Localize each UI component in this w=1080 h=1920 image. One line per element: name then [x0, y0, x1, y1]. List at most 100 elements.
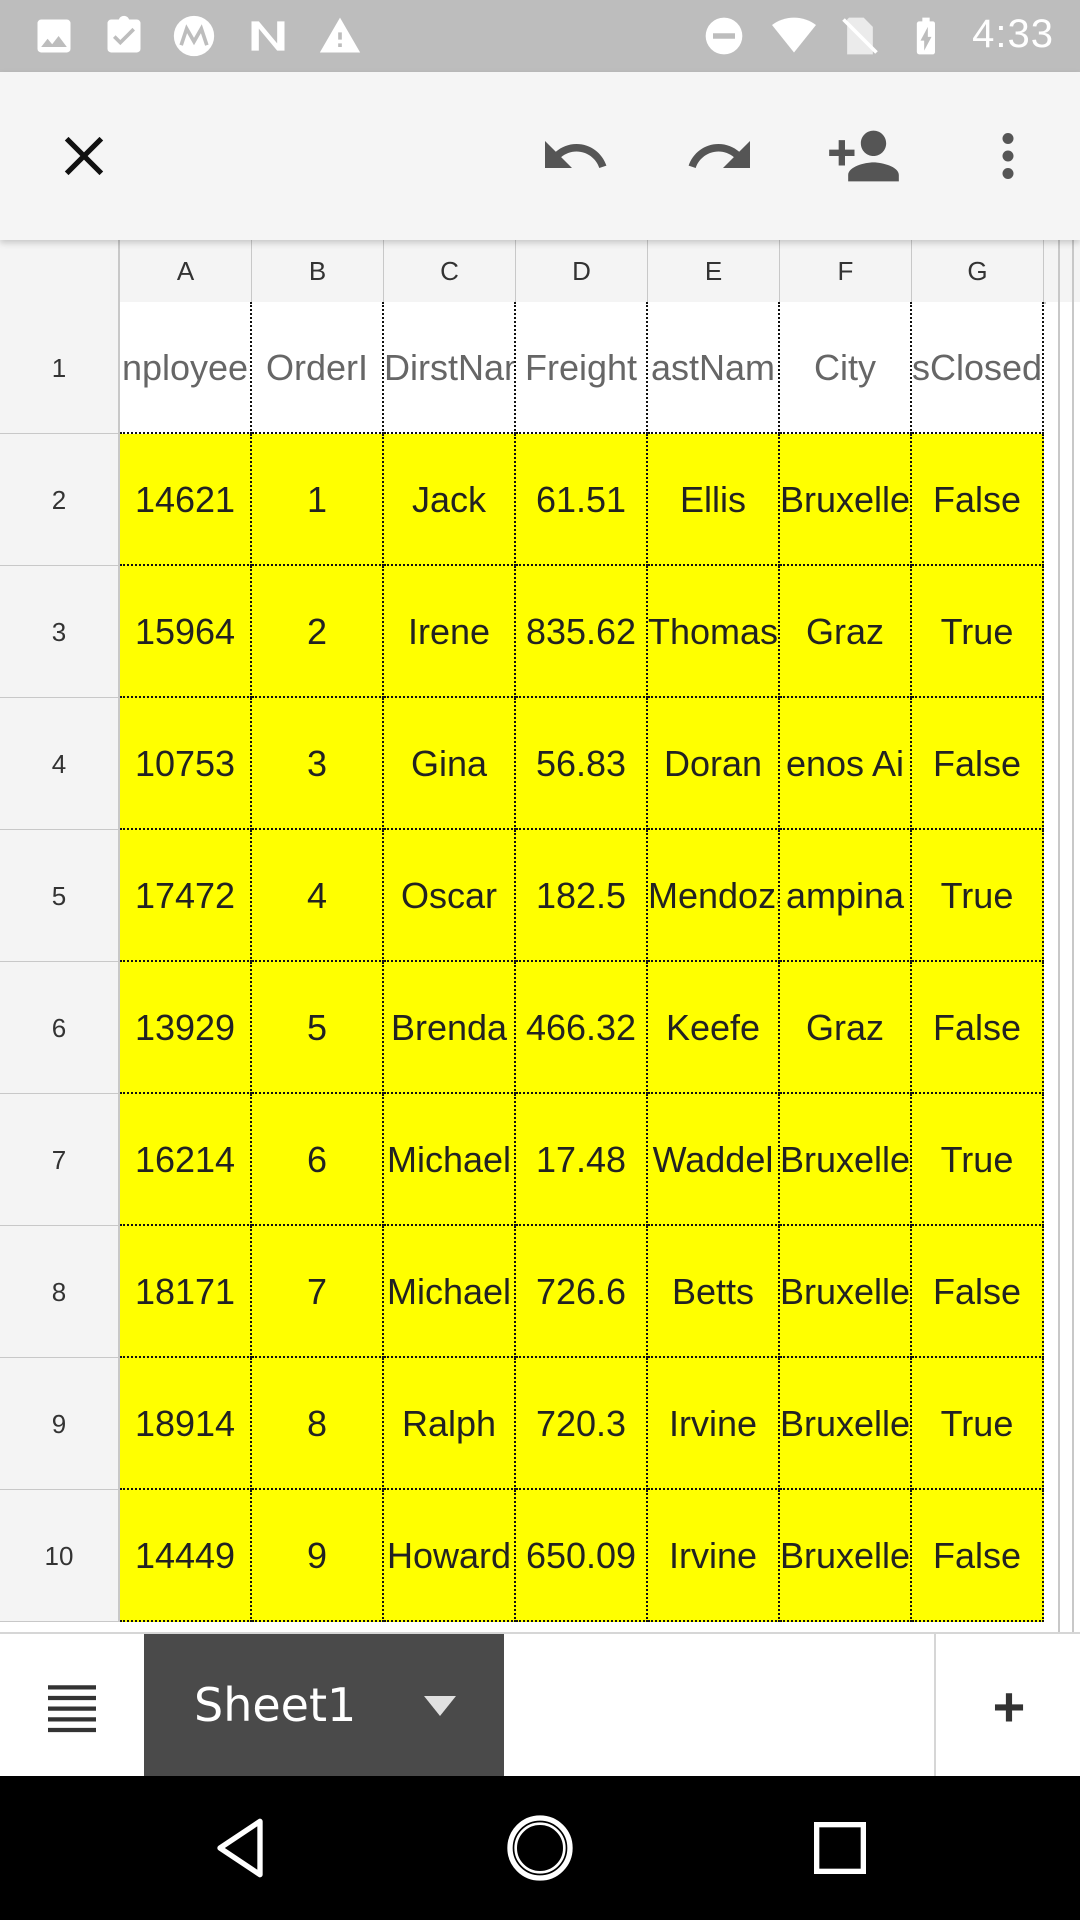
data-cell[interactable]: True	[912, 1094, 1044, 1226]
data-cell[interactable]: 17.48	[516, 1094, 648, 1226]
data-cell[interactable]: 16214	[120, 1094, 252, 1226]
row-header-8[interactable]: 8	[0, 1226, 120, 1358]
row-header-10[interactable]: 10	[0, 1490, 120, 1622]
data-cell[interactable]: False	[912, 698, 1044, 830]
spreadsheet-grid[interactable]: ABCDEFG12345678910nployeeOrderIDirstNamF…	[0, 240, 1080, 1632]
row-header-3[interactable]: 3	[0, 566, 120, 698]
data-cell[interactable]: Mendoza	[648, 830, 780, 962]
column-header-c[interactable]: C	[384, 240, 516, 302]
header-cell[interactable]: sClosed	[912, 302, 1044, 434]
more-options-button[interactable]	[968, 116, 1048, 196]
data-cell[interactable]: Irvine	[648, 1358, 780, 1490]
data-cell[interactable]: True	[912, 830, 1044, 962]
data-cell[interactable]: Bruxelles	[780, 434, 912, 566]
data-cell[interactable]: 3	[252, 698, 384, 830]
data-cell[interactable]: Ralph	[384, 1358, 516, 1490]
data-cell[interactable]: Oscar	[384, 830, 516, 962]
recents-icon[interactable]	[800, 1808, 880, 1888]
data-cell[interactable]: Michael	[384, 1094, 516, 1226]
header-cell[interactable]: astNam	[648, 302, 780, 434]
row-header-6[interactable]: 6	[0, 962, 120, 1094]
data-cell[interactable]: 835.62	[516, 566, 648, 698]
sheet-list-icon[interactable]	[40, 1674, 104, 1738]
data-cell[interactable]: 17472	[120, 830, 252, 962]
data-cell[interactable]: 61.51	[516, 434, 648, 566]
data-cell[interactable]: Bruxelles	[780, 1490, 912, 1622]
add-sheet-button[interactable]: +	[934, 1634, 1080, 1778]
data-cell[interactable]: 720.3	[516, 1358, 648, 1490]
data-cell[interactable]: 13929	[120, 962, 252, 1094]
data-cell[interactable]: 14449	[120, 1490, 252, 1622]
data-cell[interactable]: Doran	[648, 698, 780, 830]
data-cell[interactable]: 182.5	[516, 830, 648, 962]
header-cell[interactable]: Freight	[516, 302, 648, 434]
data-cell[interactable]: Michael	[384, 1226, 516, 1358]
data-cell[interactable]: True	[912, 566, 1044, 698]
data-cell[interactable]: 8	[252, 1358, 384, 1490]
data-cell[interactable]: 6	[252, 1094, 384, 1226]
undo-button[interactable]	[535, 116, 615, 196]
data-cell[interactable]: False	[912, 962, 1044, 1094]
data-cell[interactable]: 56.83	[516, 698, 648, 830]
row-header-7[interactable]: 7	[0, 1094, 120, 1226]
data-cell[interactable]: 650.09	[516, 1490, 648, 1622]
row-header-1[interactable]: 1	[0, 302, 120, 434]
header-cell[interactable]: DirstNam	[384, 302, 516, 434]
close-button[interactable]	[44, 116, 124, 196]
data-cell[interactable]: Irene	[384, 566, 516, 698]
data-cell[interactable]: 466.32	[516, 962, 648, 1094]
column-header-b[interactable]: B	[252, 240, 384, 302]
data-cell[interactable]: Betts	[648, 1226, 780, 1358]
data-cell[interactable]: 726.6	[516, 1226, 648, 1358]
data-cell[interactable]: Howard	[384, 1490, 516, 1622]
redo-button[interactable]	[680, 116, 760, 196]
header-cell[interactable]: City	[780, 302, 912, 434]
data-cell[interactable]: Graz	[780, 962, 912, 1094]
data-cell[interactable]: 14621	[120, 434, 252, 566]
data-cell[interactable]: 10753	[120, 698, 252, 830]
data-cell[interactable]: 18171	[120, 1226, 252, 1358]
data-cell[interactable]: Keefe	[648, 962, 780, 1094]
data-cell[interactable]: 9	[252, 1490, 384, 1622]
data-cell[interactable]: 7	[252, 1226, 384, 1358]
data-cell[interactable]: Irvine	[648, 1490, 780, 1622]
header-cell[interactable]: OrderI	[252, 302, 384, 434]
data-cell[interactable]: Graz	[780, 566, 912, 698]
data-cell[interactable]: False	[912, 434, 1044, 566]
data-cell[interactable]: Jack	[384, 434, 516, 566]
data-cell[interactable]: enos Ai	[780, 698, 912, 830]
data-cell[interactable]: 5	[252, 962, 384, 1094]
row-header-4[interactable]: 4	[0, 698, 120, 830]
back-icon[interactable]	[200, 1808, 280, 1888]
data-cell[interactable]: Bruxelles	[780, 1094, 912, 1226]
column-header-d[interactable]: D	[516, 240, 648, 302]
data-cell[interactable]: Bruxelles	[780, 1358, 912, 1490]
data-cell[interactable]: Thomas	[648, 566, 780, 698]
data-cell[interactable]: True	[912, 1358, 1044, 1490]
data-cell[interactable]: Waddel	[648, 1094, 780, 1226]
select-all-corner[interactable]	[0, 240, 120, 302]
sheet-menu-caret-icon[interactable]	[424, 1696, 456, 1716]
data-cell[interactable]: Ellis	[648, 434, 780, 566]
home-icon[interactable]	[500, 1808, 580, 1888]
data-cell[interactable]: False	[912, 1226, 1044, 1358]
column-header-a[interactable]: A	[120, 240, 252, 302]
data-cell[interactable]: 15964	[120, 566, 252, 698]
data-cell[interactable]: Gina	[384, 698, 516, 830]
data-cell[interactable]: ampina	[780, 830, 912, 962]
row-header-5[interactable]: 5	[0, 830, 120, 962]
data-cell[interactable]: 2	[252, 566, 384, 698]
data-cell[interactable]: 1	[252, 434, 384, 566]
column-header-e[interactable]: E	[648, 240, 780, 302]
row-header-9[interactable]: 9	[0, 1358, 120, 1490]
sheet-tab-sheet1[interactable]: Sheet1	[144, 1634, 504, 1778]
column-header-g[interactable]: G	[912, 240, 1044, 302]
data-cell[interactable]: Brenda	[384, 962, 516, 1094]
data-cell[interactable]: False	[912, 1490, 1044, 1622]
data-cell[interactable]: 4	[252, 830, 384, 962]
column-header-f[interactable]: F	[780, 240, 912, 302]
header-cell[interactable]: nployee	[120, 302, 252, 434]
row-header-2[interactable]: 2	[0, 434, 120, 566]
data-cell[interactable]: 18914	[120, 1358, 252, 1490]
share-button[interactable]	[824, 116, 904, 196]
